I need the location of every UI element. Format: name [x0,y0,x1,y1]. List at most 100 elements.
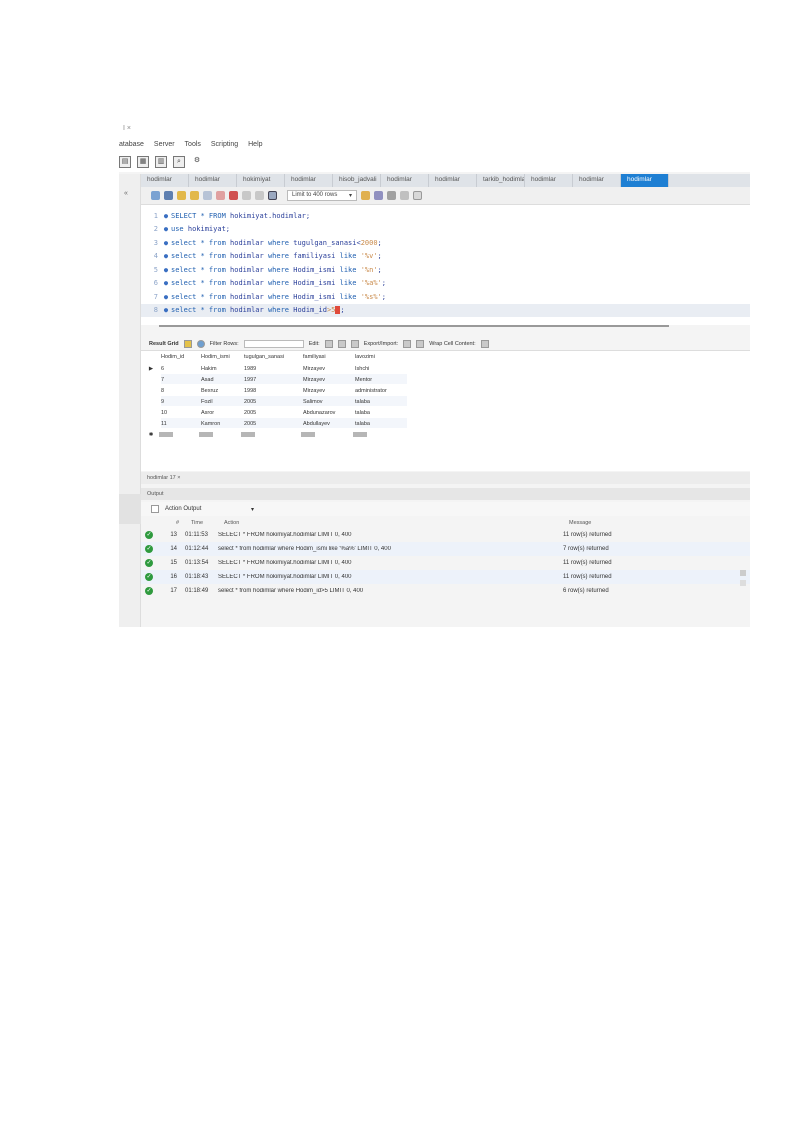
tab-hodimlar[interactable]: hodimlar [573,174,621,187]
new-row[interactable]: ✱ [141,429,161,440]
collapse-panel-icon[interactable]: « [119,174,140,197]
result-grid-tab[interactable]: Result Grid [149,341,179,347]
open-file-icon[interactable] [151,191,160,200]
tab-hokimiyat[interactable]: hokimiyat [237,174,285,187]
table-cell[interactable]: 6 [161,366,201,372]
refresh-icon[interactable] [196,339,205,348]
table-cell[interactable]: 8 [161,388,201,394]
grid-icon[interactable] [183,339,192,348]
autocommit-icon[interactable] [268,191,277,200]
add-row-icon[interactable] [337,339,346,348]
tab-hodimlar[interactable]: hodimlar [621,174,669,187]
table-row[interactable]: 8 Bexruz 1998 Mirzayev administrator [141,385,407,396]
table-cell[interactable]: 1997 [244,377,303,383]
reconnect-icon[interactable]: ⚙ [191,156,203,168]
table-cell[interactable]: 10 [161,410,201,416]
column-header-Hodim_ismi[interactable]: Hodim_ismi [201,354,244,360]
output-row[interactable]: ✓ 16 01:18:43 SELECT * FROM hokimiyat.hodim… [141,570,750,584]
menu-item-server[interactable]: Server [154,141,175,148]
table-cell[interactable]: talaba [355,399,407,405]
column-header-lavozimi[interactable]: lavozimi [355,354,407,360]
table-cell[interactable]: 1989 [244,366,303,372]
menu-item-atabase[interactable]: atabase [119,141,144,148]
open-schema-icon[interactable]: ▥ [155,156,167,168]
find-icon[interactable] [374,191,383,200]
tab-tarkib_hodimlar[interactable]: tarkib_hodimlar [477,174,525,187]
delete-row-icon[interactable] [350,339,359,348]
output-selector[interactable]: Action Output ▾ [141,502,750,516]
open-sql-file-icon[interactable]: ▦ [137,156,149,168]
table-cell[interactable]: 7 [161,377,201,383]
toggle-continue-icon[interactable] [229,191,238,200]
search-icon[interactable] [387,191,396,200]
tab-hodimlar[interactable]: hodimlar [285,174,333,187]
table-cell[interactable]: Mirzayev [303,366,355,372]
table-cell[interactable]: Asror [201,410,244,416]
table-cell[interactable]: 11 [161,421,201,427]
table-row[interactable]: 10 Asror 2005 Abdunazarov talaba [141,407,407,418]
table-cell[interactable]: Abdunazarov [303,410,355,416]
table-cell[interactable]: Asad [201,377,244,383]
table-cell[interactable]: talaba [355,410,407,416]
table-cell[interactable]: 2005 [244,399,303,405]
tab-hodimlar[interactable]: hodimlar [525,174,573,187]
table-cell[interactable]: 1998 [244,388,303,394]
table-cell[interactable]: Mentor [355,377,407,383]
wrap-icon[interactable] [413,191,422,200]
table-row[interactable]: ▶ 6 Hakim 1989 Mirzayev Ishchi [141,363,407,374]
output-row[interactable]: ✓ 13 01:11:53 SELECT * FROM hokimiyat.hodim… [141,528,750,542]
output-row[interactable]: ✓ 14 01:12:44 select * from hodimlar where … [141,542,750,556]
table-cell[interactable]: 2005 [244,421,303,427]
execute-current-icon[interactable] [190,191,199,200]
limit-rows-select[interactable]: Limit to 400 rows ▾ [287,190,357,201]
table-cell[interactable]: Mirzayev [303,377,355,383]
commit-icon[interactable] [242,191,251,200]
import-icon[interactable] [416,339,425,348]
rollback-icon[interactable] [255,191,264,200]
output-row[interactable]: ✓ 17 01:18:49 select * from hodimlar where … [141,584,750,598]
table-cell[interactable]: Fozil [201,399,244,405]
table-cell[interactable]: Salimov [303,399,355,405]
result-tab[interactable]: hodimlar 17 × [147,475,180,481]
table-cell[interactable]: Bexruz [201,388,244,394]
export-icon[interactable] [403,339,412,348]
menu-item-help[interactable]: Help [248,141,262,148]
table-cell[interactable]: Mirzayev [303,388,355,394]
tab-hisob_jadvali[interactable]: hisob_jadvali [333,174,381,187]
output-copy-icon[interactable] [151,505,159,513]
beautify-icon[interactable] [361,191,370,200]
stop-icon[interactable] [216,191,225,200]
table-row[interactable]: 9 Fozil 2005 Salimov talaba [141,396,407,407]
column-header-tugulgan_sanasi[interactable]: tugulgan_sanasi [244,354,303,360]
tab-hodimlar[interactable]: hodimlar [189,174,237,187]
editor-scrollbar[interactable] [159,325,669,327]
execute-icon[interactable] [177,191,186,200]
tab-hodimlar[interactable]: hodimlar [429,174,477,187]
tab-hodimlar[interactable]: hodimlar [381,174,429,187]
table-cell[interactable]: Hakim [201,366,244,372]
save-icon[interactable] [164,191,173,200]
inspector-icon[interactable]: ⌕ [173,156,185,168]
table-row[interactable]: 7 Asad 1997 Mirzayev Mentor [141,374,407,385]
column-header-Hodim_id[interactable]: Hodim_id [161,354,201,360]
output-scrollbar[interactable] [739,566,747,606]
menu-item-scripting[interactable]: Scripting [211,141,238,148]
explain-icon[interactable] [203,191,212,200]
edit-row-icon[interactable] [324,339,333,348]
table-cell[interactable]: Ishchi [355,366,407,372]
menu-item-tools[interactable]: Tools [185,141,201,148]
table-cell[interactable]: 9 [161,399,201,405]
column-header-familiyasi[interactable]: familiyasi [303,354,355,360]
table-row[interactable]: 11 Kamron 2005 Abdullayev talaba [141,418,407,429]
invisible-chars-icon[interactable] [400,191,409,200]
output-row[interactable]: ✓ 15 01:13:54 SELECT * FROM hokimiyat.hodim… [141,556,750,570]
table-cell[interactable]: 2005 [244,410,303,416]
new-sql-tab-icon[interactable]: ▤ [119,156,131,168]
wrap-content-icon[interactable] [480,339,489,348]
sql-editor[interactable]: 1 ● SELECT * FROM hokimiyat.hodimlar; 2 ● use… [141,205,750,325]
table-cell[interactable]: Abdullayev [303,421,355,427]
table-cell[interactable]: Kamron [201,421,244,427]
table-cell[interactable]: talaba [355,421,407,427]
filter-rows-input[interactable] [243,339,304,348]
table-cell[interactable]: administrator [355,388,407,394]
